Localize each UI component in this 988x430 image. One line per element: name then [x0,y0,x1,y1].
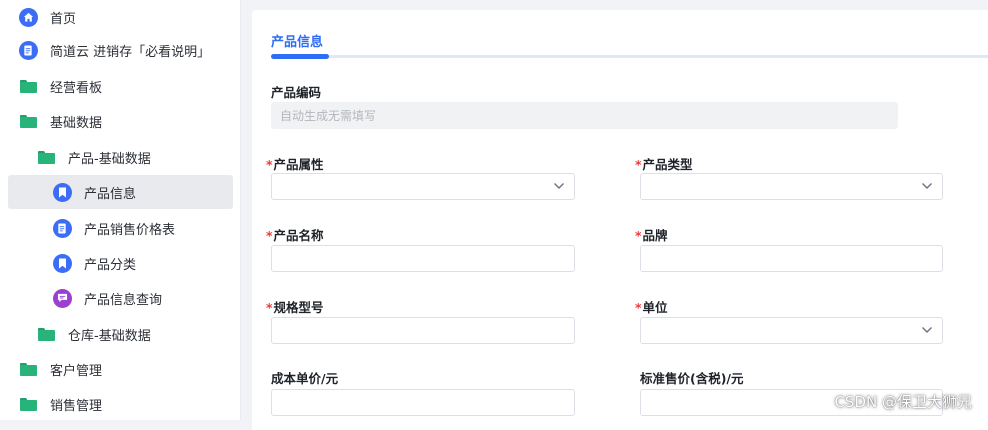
sidebar-item-label: 销售管理 [50,398,103,414]
folder-icon [18,76,38,96]
sidebar-item-price-list[interactable]: 产品销售价格表 [8,211,233,245]
sidebar-item-label: 产品信息 [84,186,137,202]
sidebar-item-product-category[interactable]: 产品分类 [8,246,233,280]
sidebar-item-label: 经营看板 [50,80,103,96]
sidebar-item-sales[interactable]: 销售管理 [8,387,233,421]
sidebar-item-label: 产品-基础数据 [68,151,151,167]
required-mark: * [266,300,273,315]
sidebar-item-label: 产品信息查询 [84,292,163,308]
cost-label: 成本单价/元 [271,371,339,386]
home-icon [18,7,38,27]
tab-active-indicator [271,54,329,59]
sidebar-item-customers[interactable]: 客户管理 [8,352,233,386]
required-mark: * [635,300,642,315]
name-label: *产品名称 [266,228,324,243]
cost-field[interactable] [271,389,575,416]
sidebar-item-product-query[interactable]: 产品信息查询 [8,281,233,315]
document-icon [52,218,72,238]
sidebar-item-product-info[interactable]: 产品信息 [8,175,233,209]
sidebar-item-label: 客户管理 [50,363,103,379]
required-mark: * [635,157,642,172]
type-label: *产品类型 [635,157,693,172]
code-label: 产品编码 [271,85,322,100]
sidebar-item-warehouse-basic[interactable]: 仓库-基础数据 [8,317,233,351]
sidebar-item-home[interactable]: 首页 [8,0,233,34]
price-label: 标准售价(含税)/元 [640,371,744,386]
type-select[interactable] [640,173,943,200]
tab-track [271,55,988,58]
form-panel: 产品信息 产品编码 自动生成无需填写 *产品属性 *产品类型 *产品名称 *品牌… [252,10,988,430]
spec-field[interactable] [271,317,575,344]
sidebar-item-label: 仓库-基础数据 [68,328,151,344]
sidebar-item-product-basic[interactable]: 产品-基础数据 [8,140,233,174]
required-mark: * [266,157,273,172]
unit-select[interactable] [640,317,943,344]
folder-icon [18,394,38,414]
attribute-select[interactable] [271,173,575,200]
spec-label: *规格型号 [266,300,324,315]
chevron-down-icon [922,327,932,333]
chevron-down-icon [554,183,564,189]
sidebar-item-basic-data[interactable]: 基础数据 [8,104,233,138]
required-mark: * [635,228,642,243]
sidebar-item-dashboard[interactable]: 经营看板 [8,69,233,103]
sidebar-item-label: 基础数据 [50,115,103,131]
brand-field[interactable] [640,245,943,272]
sidebar-item-label: 首页 [50,11,77,27]
sidebar-item-label: 产品销售价格表 [84,222,176,238]
bookmark-icon [52,182,72,202]
name-field[interactable] [271,245,575,272]
folder-icon [18,111,38,131]
chevron-down-icon [922,183,932,189]
brand-label: *品牌 [635,228,668,243]
sidebar-item-guide[interactable]: 简道云 进销存「必看说明」 [8,33,233,67]
code-field: 自动生成无需填写 [271,102,898,129]
folder-icon [36,147,56,167]
required-mark: * [266,228,273,243]
folder-icon [18,359,38,379]
sidebar: 首页 简道云 进销存「必看说明」 经营看板 基础数据 产品-基础数据 产品信息 … [0,0,241,420]
chat-icon [52,288,72,308]
sidebar-item-label: 简道云 进销存「必看说明」 [50,44,211,60]
sidebar-item-label: 产品分类 [84,257,137,273]
watermark: CSDN @保卫大狮兄 [834,393,972,411]
document-icon [18,40,38,60]
bookmark-icon [52,253,72,273]
folder-icon [36,324,56,344]
attribute-label: *产品属性 [266,157,324,172]
unit-label: *单位 [635,300,668,315]
tab-product-info[interactable]: 产品信息 [271,31,323,50]
